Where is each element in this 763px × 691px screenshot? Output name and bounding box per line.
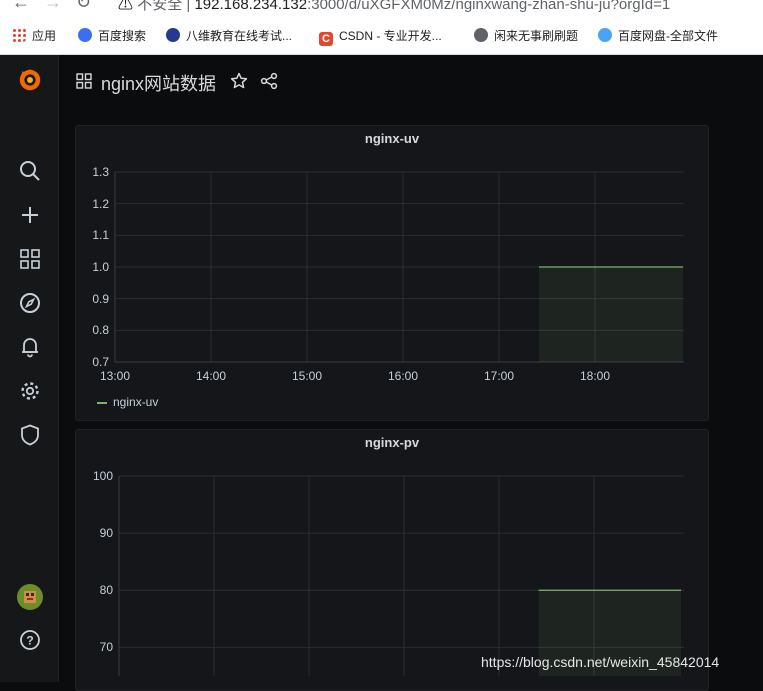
bawei-logo-icon bbox=[166, 28, 180, 42]
configuration-gear-icon[interactable] bbox=[17, 378, 43, 404]
y-tick-label: 80 bbox=[99, 583, 113, 598]
search-icon[interactable] bbox=[17, 158, 43, 184]
browser-toolbar: ← → ↻ ⚠ 不安全 | 192.168.234.132:3000/d/uXG… bbox=[0, 0, 763, 55]
grafana-logo-icon[interactable] bbox=[17, 67, 43, 93]
dashboard-navbar: nginx网站数据 bbox=[59, 55, 763, 107]
baidu-paw-icon bbox=[78, 28, 92, 42]
bookmark-apps[interactable]: 应用 bbox=[12, 26, 56, 46]
dashboard-title[interactable]: nginx网站数据 bbox=[101, 70, 216, 96]
x-tick-label: 18:00 bbox=[579, 369, 611, 383]
back-arrow-icon[interactable]: ← bbox=[12, 0, 30, 13]
reload-icon[interactable]: ↻ bbox=[76, 0, 91, 13]
dashboards-icon[interactable] bbox=[17, 246, 43, 272]
star-icon[interactable] bbox=[230, 72, 248, 95]
watermark: https://blog.csdn.net/weixin_45842014 bbox=[481, 654, 720, 670]
not-secure-label: 不安全 bbox=[137, 0, 183, 13]
legend-item[interactable]: nginx-uv bbox=[97, 395, 158, 409]
pv-chart bbox=[118, 475, 684, 676]
series-area-fill bbox=[539, 267, 683, 362]
y-tick-label: 1.2 bbox=[92, 196, 109, 211]
x-tick-label: 15:00 bbox=[291, 369, 323, 383]
address-bar[interactable]: ⚠ 不安全 | 192.168.234.132:3000/d/uXGFXM0Mz… bbox=[118, 0, 670, 14]
bookmark-quiz[interactable]: 闲来无事刷刷题 bbox=[474, 26, 578, 46]
y-tick-label: 1.0 bbox=[92, 260, 109, 274]
share-icon[interactable] bbox=[260, 72, 278, 95]
alerting-bell-icon[interactable] bbox=[17, 334, 43, 360]
bookmark-bawei-exam[interactable]: 八维教育在线考试... bbox=[166, 26, 292, 46]
y-tick-label: 0.8 bbox=[92, 323, 109, 338]
url-host: 192.168.234.132 bbox=[194, 0, 308, 13]
y-tick-label: 90 bbox=[99, 526, 113, 541]
x-tick-label: 14:00 bbox=[195, 369, 227, 383]
svg-text:?: ? bbox=[26, 634, 33, 648]
apps-grid-icon bbox=[12, 28, 26, 42]
x-tick-label: 17:00 bbox=[483, 369, 515, 383]
y-tick-label: 100 bbox=[92, 469, 113, 483]
bookmarks-bar: 应用 百度搜索 八维教育在线考试... C CSDN - 专业开发... 闲来无事… bbox=[0, 26, 763, 46]
y-tick-label: 1.1 bbox=[92, 228, 109, 243]
panel-nginx-pv[interactable]: nginx-pv 100 90 80 70 bbox=[75, 429, 709, 691]
legend-swatch bbox=[97, 401, 107, 404]
user-avatar-icon[interactable] bbox=[17, 584, 43, 610]
bookmark-baidu-search[interactable]: 百度搜索 bbox=[78, 26, 146, 46]
bookmark-baidu-pan[interactable]: 百度网盘-全部文件 bbox=[598, 26, 718, 46]
bookmark-csdn[interactable]: C CSDN - 专业开发... bbox=[319, 26, 442, 46]
globe-icon bbox=[474, 28, 488, 42]
help-icon[interactable]: ? bbox=[17, 627, 43, 653]
y-tick-label: 0.9 bbox=[92, 291, 109, 306]
y-tick-label: 1.3 bbox=[92, 165, 109, 179]
legend-label: nginx-uv bbox=[113, 395, 159, 409]
baidu-pan-cloud-icon bbox=[598, 28, 612, 42]
forward-arrow-icon[interactable]: → bbox=[44, 0, 62, 13]
x-tick-label: 16:00 bbox=[387, 369, 419, 383]
sidebar: ? bbox=[0, 55, 59, 682]
y-tick-label: 70 bbox=[99, 640, 113, 655]
panel-nginx-uv[interactable]: nginx-uv 1.3 1.2 1.1 1.0 0.9 0.8 0.7 13:00 14:00… bbox=[75, 125, 709, 421]
explore-icon[interactable] bbox=[17, 290, 43, 316]
url-path: :3000/d/uXGFXM0Mz/nginxwang-zhan-shu-ju?… bbox=[307, 0, 671, 13]
plus-icon[interactable] bbox=[17, 202, 43, 228]
shield-icon[interactable] bbox=[17, 422, 43, 448]
y-tick-label: 0.7 bbox=[92, 355, 109, 369]
dashboard-grid-icon[interactable] bbox=[76, 73, 92, 94]
csdn-logo-icon: C bbox=[319, 32, 333, 46]
x-tick-label: 13:00 bbox=[99, 369, 131, 383]
not-secure-icon: ⚠ bbox=[118, 0, 134, 13]
